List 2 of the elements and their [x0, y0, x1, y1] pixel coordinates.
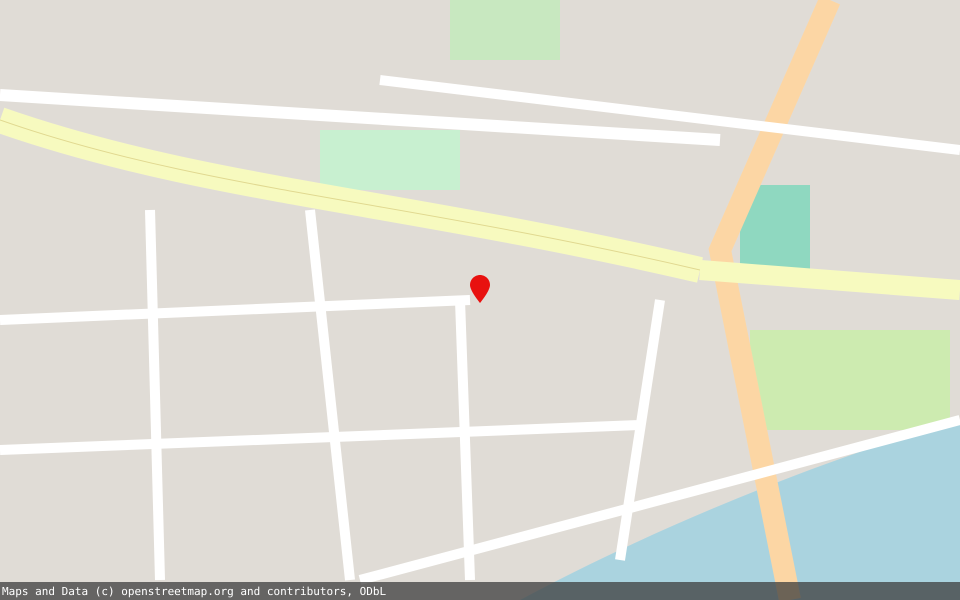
attribution-text: Maps and Data (c) openstreetmap.org and contributors, ODbL	[2, 584, 386, 598]
map-pin-icon[interactable]	[470, 275, 490, 303]
